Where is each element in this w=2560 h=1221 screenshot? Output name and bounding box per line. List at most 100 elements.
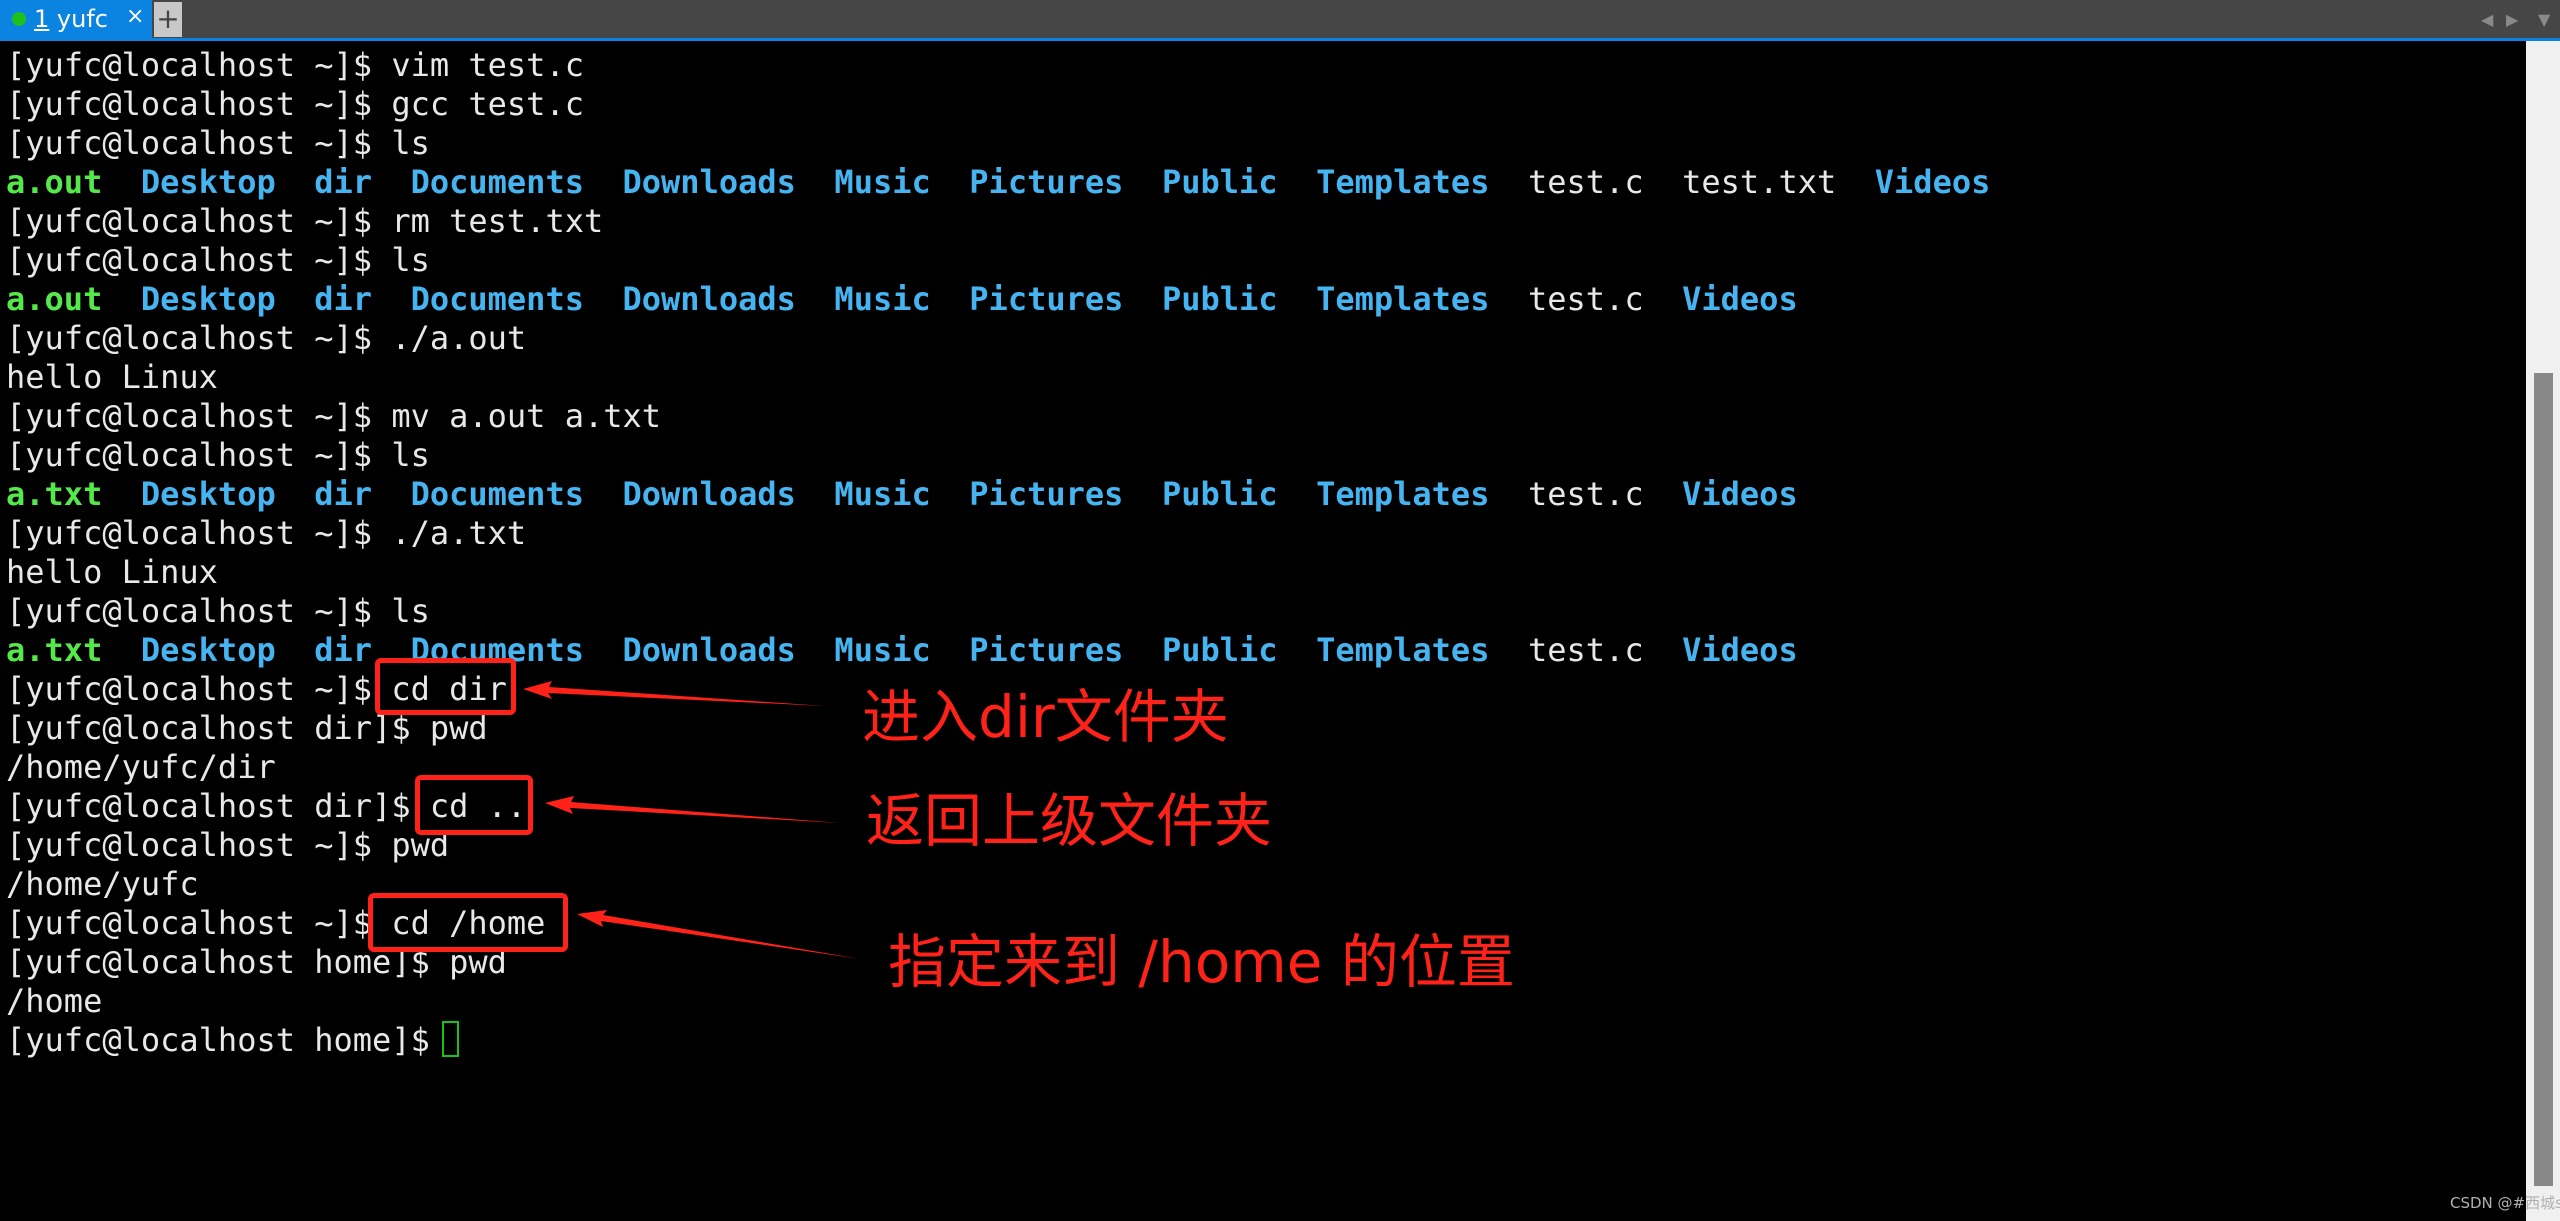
shell-prompt: [yufc@localhost ~]$ bbox=[6, 826, 392, 864]
directory-entry: Public bbox=[1161, 475, 1278, 513]
tab-number: 1 bbox=[34, 5, 50, 33]
directory-entry: Templates bbox=[1316, 163, 1490, 201]
new-tab-button[interactable]: + bbox=[154, 2, 182, 37]
shell-prompt: [yufc@localhost ~]$ bbox=[6, 904, 392, 942]
command-line: [yufc@localhost ~]$ ls bbox=[6, 592, 430, 631]
directory-entry: Pictures bbox=[969, 280, 1124, 318]
ls-listing: a.out Desktop dir Documents Downloads Mu… bbox=[6, 163, 1990, 202]
shell-prompt: [yufc@localhost dir]$ bbox=[6, 787, 430, 825]
tab-session-yufc[interactable]: 1 yufc × bbox=[0, 0, 152, 38]
directory-entry: Downloads bbox=[622, 631, 796, 669]
directory-entry: Desktop bbox=[140, 163, 276, 201]
scrollbar-thumb[interactable] bbox=[2534, 373, 2553, 1186]
command-text: rm test.txt bbox=[391, 202, 604, 240]
directory-entry: Music bbox=[834, 475, 931, 513]
directory-entry: Templates bbox=[1316, 280, 1490, 318]
highlight-box-cd-home bbox=[368, 893, 568, 952]
ls-listing: a.txt Desktop dir Documents Downloads Mu… bbox=[6, 631, 1798, 670]
command-line: [yufc@localhost ~]$ ls bbox=[6, 241, 430, 280]
shell-prompt: [yufc@localhost ~]$ bbox=[6, 514, 392, 552]
directory-entry: Desktop bbox=[140, 280, 276, 318]
command-line: [yufc@localhost ~]$ gcc test.c bbox=[6, 85, 584, 124]
file-entry: test.txt bbox=[1682, 163, 1837, 201]
executable-entry: a.txt bbox=[6, 475, 103, 513]
command-line: [yufc@localhost ~]$ rm test.txt bbox=[6, 202, 603, 241]
vertical-scrollbar[interactable] bbox=[2526, 41, 2560, 1221]
annotation-label-cd-dir: 进入dir文件夹 bbox=[862, 683, 1229, 751]
directory-entry: Templates bbox=[1316, 631, 1490, 669]
command-text: vim test.c bbox=[391, 46, 584, 84]
executable-entry: a.out bbox=[6, 163, 103, 201]
command-text: gcc test.c bbox=[391, 85, 584, 123]
directory-entry: Videos bbox=[1682, 475, 1798, 513]
shell-prompt: [yufc@localhost ~]$ bbox=[6, 319, 392, 357]
directory-entry: Pictures bbox=[969, 631, 1124, 669]
output-line: /home bbox=[6, 982, 103, 1020]
shell-prompt: [yufc@localhost ~]$ bbox=[6, 592, 392, 630]
tab-bar: 1 yufc × + ◀ ▶ ▼ bbox=[0, 0, 2560, 38]
directory-entry: dir bbox=[314, 163, 373, 201]
command-text: ls bbox=[391, 592, 430, 630]
shell-prompt: [yufc@localhost ~]$ bbox=[6, 397, 392, 435]
shell-prompt: [yufc@localhost ~]$ bbox=[6, 202, 392, 240]
command-text: ./a.out bbox=[391, 319, 527, 357]
ls-listing: a.txt Desktop dir Documents Downloads Mu… bbox=[6, 475, 1798, 514]
scroll-tabs-right-icon[interactable]: ▶ bbox=[2506, 10, 2518, 29]
executable-entry: a.txt bbox=[6, 631, 103, 669]
shell-prompt: [yufc@localhost ~]$ bbox=[6, 241, 392, 279]
shell-prompt: [yufc@localhost ~]$ bbox=[6, 85, 392, 123]
command-line: [yufc@localhost ~]$ ./a.out bbox=[6, 319, 526, 358]
directory-entry: Downloads bbox=[622, 280, 796, 318]
highlight-box-cd-dir bbox=[375, 658, 516, 715]
command-text: ls bbox=[391, 436, 430, 474]
command-text: ls bbox=[391, 124, 430, 162]
directory-entry: dir bbox=[314, 280, 373, 318]
directory-entry: Documents bbox=[410, 163, 584, 201]
directory-entry: Desktop bbox=[140, 475, 276, 513]
shell-prompt: [yufc@localhost home]$ bbox=[6, 1021, 450, 1059]
connection-status-icon bbox=[12, 12, 26, 26]
annotation-label-cd-parent: 返回上级文件夹 bbox=[866, 787, 1273, 855]
close-tab-icon[interactable]: × bbox=[126, 3, 144, 31]
directory-entry: Public bbox=[1161, 631, 1278, 669]
command-line: [yufc@localhost ~]$ ./a.txt bbox=[6, 514, 526, 553]
command-line: [yufc@localhost ~]$ ls bbox=[6, 436, 430, 475]
directory-entry: Templates bbox=[1316, 475, 1490, 513]
directory-entry: Videos bbox=[1682, 280, 1798, 318]
directory-entry: Videos bbox=[1682, 631, 1798, 669]
output-line: /home/yufc bbox=[6, 865, 199, 903]
directory-entry: Pictures bbox=[969, 163, 1124, 201]
command-text: ls bbox=[391, 241, 430, 279]
command-line: [yufc@localhost ~]$ vim test.c bbox=[6, 46, 584, 85]
command-line: [yufc@localhost ~]$ ls bbox=[6, 124, 430, 163]
directory-entry: Desktop bbox=[140, 631, 276, 669]
shell-prompt: [yufc@localhost ~]$ bbox=[6, 46, 392, 84]
command-line: [yufc@localhost home]$ bbox=[6, 1021, 449, 1060]
executable-entry: a.out bbox=[6, 280, 103, 318]
directory-entry: dir bbox=[314, 631, 373, 669]
watermark: CSDN @#西城s bbox=[2450, 1194, 2560, 1212]
command-text: ./a.txt bbox=[391, 514, 527, 552]
shell-prompt: [yufc@localhost ~]$ bbox=[6, 124, 392, 162]
directory-entry: Documents bbox=[410, 475, 584, 513]
output-line: /home/yufc/dir bbox=[6, 748, 276, 786]
command-line: [yufc@localhost ~]$ pwd bbox=[6, 826, 449, 865]
shell-prompt: [yufc@localhost ~]$ bbox=[6, 670, 392, 708]
output-line: hello Linux bbox=[6, 553, 218, 591]
file-entry: test.c bbox=[1527, 280, 1644, 318]
directory-entry: Public bbox=[1161, 163, 1278, 201]
command-line: [yufc@localhost ~]$ mv a.out a.txt bbox=[6, 397, 661, 436]
directory-entry: Music bbox=[834, 280, 931, 318]
highlight-box-cd-parent bbox=[415, 775, 533, 835]
scroll-tabs-left-icon[interactable]: ◀ bbox=[2481, 10, 2493, 29]
file-entry: test.c bbox=[1527, 163, 1644, 201]
directory-entry: Videos bbox=[1874, 163, 1991, 201]
tab-title: 1 yufc bbox=[34, 5, 108, 33]
terminal-cursor bbox=[442, 1021, 459, 1057]
shell-prompt: [yufc@localhost ~]$ bbox=[6, 436, 392, 474]
tab-list-menu-icon[interactable]: ▼ bbox=[2538, 10, 2550, 29]
output-line: hello Linux bbox=[6, 358, 218, 396]
directory-entry: Downloads bbox=[622, 475, 796, 513]
directory-entry: Music bbox=[834, 631, 931, 669]
terminal-output[interactable]: [yufc@localhost ~]$ vim test.c [yufc@loca… bbox=[0, 41, 2526, 1221]
